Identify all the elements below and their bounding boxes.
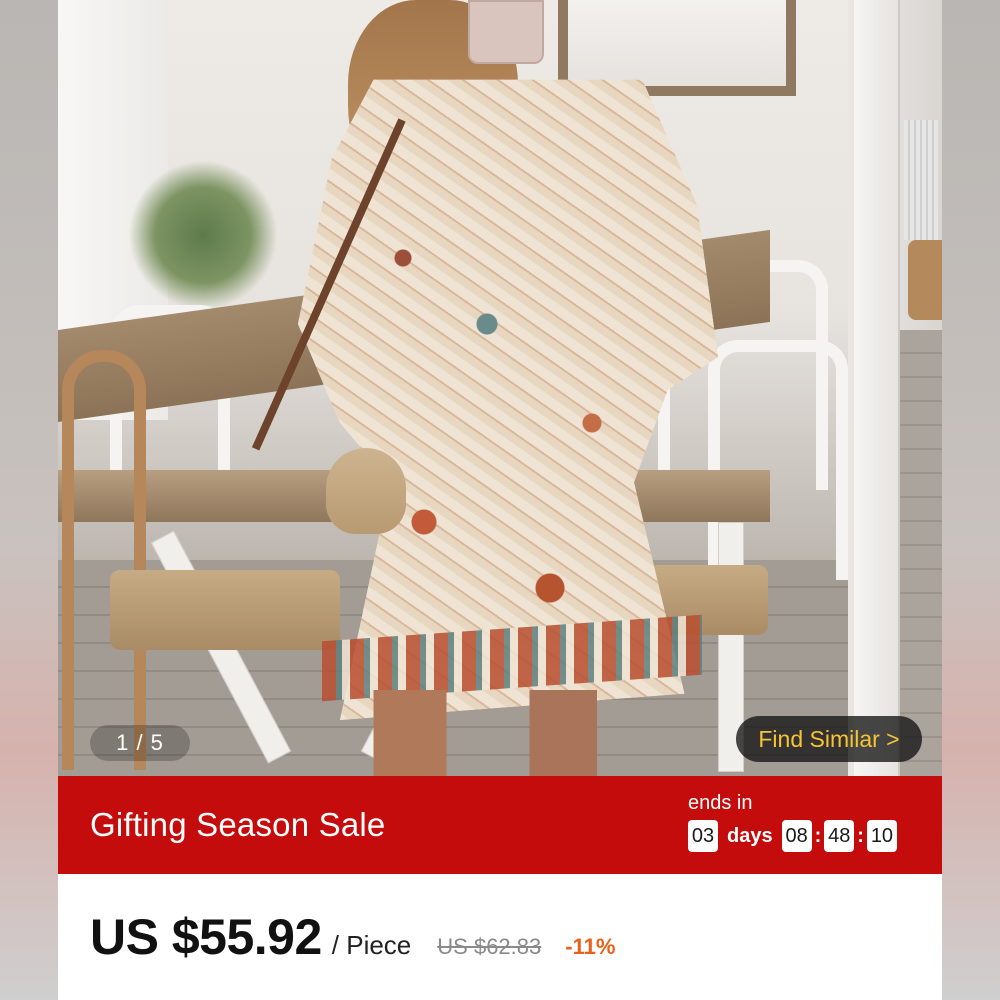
find-similar-button[interactable]: Find Similar > [736,716,922,762]
scene-chair [908,240,942,320]
scene-floor [900,330,942,776]
countdown-hours: 08 [781,820,812,852]
countdown-separator: : [814,824,822,847]
countdown-minutes: 48 [824,820,855,852]
next-product-photo-peek[interactable] [854,0,942,776]
price-row: US $55.92 / Piece US $62.83 -11% [90,908,615,968]
countdown-separator: : [857,824,864,847]
model-bag [326,448,406,534]
scene-plant [128,160,278,310]
product-image-gallery[interactable]: 1 / 5 Find Similar > [58,0,942,776]
countdown-seconds: 10 [866,820,897,852]
sale-banner: Gifting Season Sale ends in 03 days 08 :… [58,776,942,874]
scene-chair [62,350,146,770]
scene-radiator [904,120,938,240]
original-price: US $62.83 [437,934,542,959]
countdown-timer: 03 days 08 : 48 : 10 [688,820,897,852]
model-phone [468,0,544,64]
countdown-days-label: days [727,824,773,847]
current-price: US $55.92 [90,909,322,965]
product-page: 1 / 5 Find Similar > Gifting Season Sale… [58,0,942,1000]
ends-in-label: ends in [688,792,753,814]
countdown-days: 03 [688,820,718,852]
model-legs [358,690,618,776]
scene-door-frame [854,0,900,776]
discount-badge: -11% [565,934,616,959]
sale-title: Gifting Season Sale [90,806,386,843]
scene-chair-seat [110,570,340,650]
price-unit: / Piece [331,930,412,960]
image-page-indicator: 1 / 5 [90,725,190,761]
product-photo[interactable] [58,0,848,776]
